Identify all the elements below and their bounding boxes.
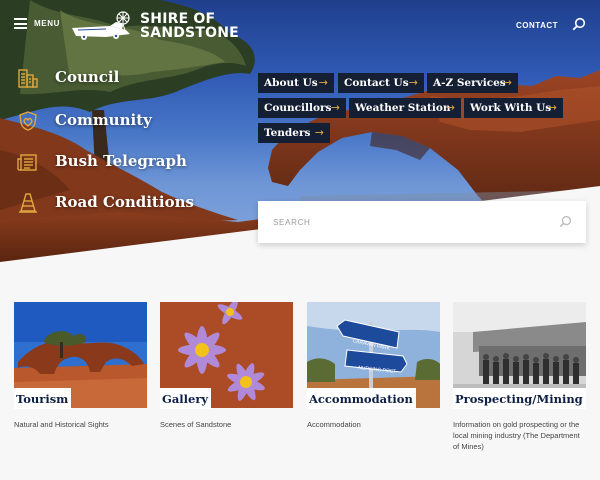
main-nav-council[interactable]: Council xyxy=(16,66,119,90)
quick-link-label: About Us xyxy=(264,77,318,89)
newspaper-icon xyxy=(17,154,37,171)
card-title: Gallery xyxy=(160,388,212,409)
hamburger-icon xyxy=(14,18,27,29)
card-description: Information on gold prospecting or the l… xyxy=(453,420,580,451)
arrow-right-icon: → xyxy=(502,76,512,89)
card-description: Natural and Historical Sights xyxy=(14,420,109,429)
main-nav-community[interactable]: Community xyxy=(16,109,152,133)
menu-label: MENU xyxy=(34,19,60,28)
quick-link-about-us[interactable]: About Us → xyxy=(258,73,334,93)
arrow-right-icon: → xyxy=(408,76,418,89)
search-input[interactable] xyxy=(273,217,563,227)
arrow-right-icon: → xyxy=(314,126,324,139)
quick-link-work-with-us[interactable]: Work With Us → xyxy=(464,98,563,118)
quick-link-label: Tenders xyxy=(264,127,311,139)
logo-line-1: SHIRE OF xyxy=(140,11,216,27)
card-title: Prospecting/Mining xyxy=(453,388,586,409)
quick-link-label: Weather Station xyxy=(355,102,451,114)
traffic-cone-icon xyxy=(19,193,37,213)
community-badge-icon xyxy=(19,111,37,131)
card-prospecting-mining[interactable]: Prospecting/Mining Information on gold p… xyxy=(453,302,586,451)
card-description: Scenes of Sandstone xyxy=(160,420,232,429)
arrow-right-icon: → xyxy=(445,101,455,114)
main-nav-label: Council xyxy=(55,68,120,86)
menu-button[interactable]: MENU xyxy=(14,18,60,29)
city-buildings-icon xyxy=(18,69,38,88)
card-accommodation[interactable]: CARAVAN PARK NURSING POST Accommodation … xyxy=(307,302,440,429)
arrow-right-icon: → xyxy=(318,76,328,89)
card-title: Tourism xyxy=(14,388,72,409)
quick-link-a-z-services[interactable]: A-Z Services → xyxy=(427,73,518,93)
windmill-truck-logo-icon xyxy=(72,11,130,40)
search-box[interactable] xyxy=(258,201,586,243)
arrow-right-icon: → xyxy=(547,101,557,114)
quick-link-label: Contact Us xyxy=(344,77,409,89)
quick-link-weather-station[interactable]: Weather Station → xyxy=(349,98,461,118)
card-gallery[interactable]: Gallery Scenes of Sandstone xyxy=(160,302,293,429)
card-tourism[interactable]: Tourism Natural and Historical Sights xyxy=(14,302,147,429)
card-description: Accommodation xyxy=(307,420,361,429)
arrow-right-icon: → xyxy=(330,101,340,114)
search-icon[interactable] xyxy=(572,17,586,31)
main-nav-label: Community xyxy=(55,111,152,129)
main-nav-bush-telegraph[interactable]: Bush Telegraph xyxy=(16,150,187,174)
quick-link-label: A-Z Services xyxy=(433,77,506,89)
main-nav-label: Bush Telegraph xyxy=(55,152,187,170)
contact-link[interactable]: CONTACT xyxy=(516,21,558,30)
quick-link-label: Work With Us xyxy=(470,102,552,114)
main-nav-label: Road Conditions xyxy=(55,193,194,211)
search-icon[interactable] xyxy=(559,215,572,228)
main-nav-road-conditions[interactable]: Road Conditions xyxy=(16,191,194,215)
logo-text: SHIRE OF SANDSTONE xyxy=(140,12,239,40)
site-logo[interactable]: SHIRE OF SANDSTONE xyxy=(70,10,239,42)
quick-link-contact-us[interactable]: Contact Us → xyxy=(338,73,424,93)
quick-link-tenders[interactable]: Tenders → xyxy=(258,123,330,143)
card-title: Accommodation xyxy=(307,388,416,409)
logo-line-2: SANDSTONE xyxy=(140,25,239,41)
quick-link-label: Councillors xyxy=(264,102,332,114)
quick-link-councillors[interactable]: Councillors → xyxy=(258,98,346,118)
